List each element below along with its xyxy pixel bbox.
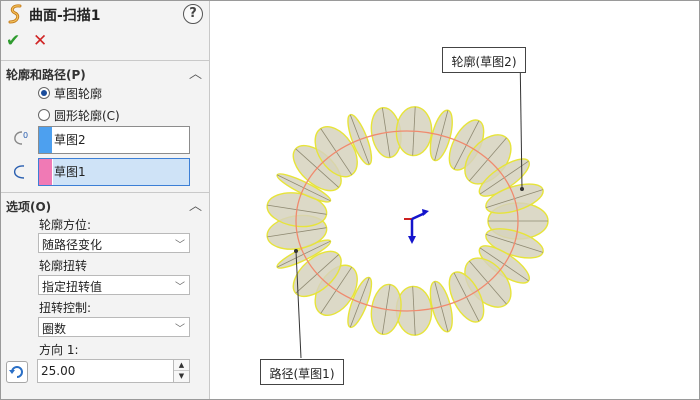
graphics-viewport[interactable]: 轮廓(草图2) 路径(草图1) [211,1,699,399]
orientation-label: 轮廓方位: [39,218,92,232]
path-callout-anchor [294,249,298,253]
profile-callout[interactable]: 轮廓(草图2) [442,47,526,73]
spin-up-icon[interactable]: ▲ [174,360,189,371]
profile-selection-box[interactable]: 草图2 [38,126,190,154]
path-selection-value: 草图1 [53,159,189,185]
panel-title-bar: 曲面-扫描1 ? [1,1,210,27]
path-callout[interactable]: 路径(草图1) [260,359,344,385]
chevron-down-icon: ﹀ [175,282,185,293]
path-callout-label: 路径(草图1) [269,367,335,381]
direction-value: 25.00 [41,364,76,378]
direction-label: 方向 1: [39,343,79,357]
profile-selection-value: 草图2 [54,133,86,147]
profile-callout-anchor [520,187,524,191]
help-button[interactable]: ? [183,4,203,24]
profile-path-group-header[interactable]: 轮廓和路径(P) ︿ [1,60,210,82]
ok-button[interactable]: ✔ [6,32,20,50]
chevron-down-icon: ﹀ [175,324,185,335]
sweep-surface-icon [8,4,22,24]
direction-value-field[interactable]: 25.00 [37,359,174,383]
twist-control-label: 扭转控制: [39,301,92,315]
cancel-button[interactable]: ✕ [33,32,47,50]
twist-label: 轮廓扭转 [39,259,88,273]
direction-spinner[interactable]: ▲ ▼ [173,359,190,383]
radio-circular-profile-label: 圆形轮廓(C) [54,109,120,123]
profile-path-group-title: 轮廓和路径(P) [6,68,86,82]
sweep-surface [266,106,549,336]
radio-sketch-profile-label: 草图轮廓 [54,87,103,101]
profile-callout-label: 轮廓(草图2) [451,55,517,69]
property-manager-panel: 曲面-扫描1 ? ✔ ✕ 轮廓和路径(P) ︿ 草图轮廓 圆形轮廓(C) 0 草… [1,1,210,399]
svg-text:0: 0 [23,131,28,140]
radio-button[interactable] [38,109,50,121]
radio-button-checked[interactable] [38,87,50,99]
orientation-value: 随路径变化 [42,238,103,252]
twist-control-value: 圈数 [42,322,67,336]
origin-triad-icon [404,209,429,244]
reverse-direction-icon [9,366,23,378]
profile-color-swatch [39,127,52,153]
orientation-dropdown[interactable]: 随路径变化 ﹀ [38,233,190,253]
path-selection-box[interactable]: 草图1 [38,158,190,186]
chevron-down-icon: ﹀ [175,240,185,251]
twist-dropdown[interactable]: 指定扭转值 ﹀ [38,275,190,295]
options-group-header[interactable]: 选项(O) ︿ [1,192,210,214]
path-callout-leader [295,250,302,359]
profile-selection-icon: 0 [14,131,28,145]
options-group-title: 选项(O) [6,200,52,214]
twist-control-dropdown[interactable]: 圈数 ﹀ [38,317,190,337]
panel-title: 曲面-扫描1 [29,8,101,24]
collapse-chevron-icon[interactable]: ︿ [189,63,202,82]
spin-down-icon[interactable]: ▼ [174,371,189,382]
path-color-swatch [39,159,52,185]
path-selection-icon [13,165,25,179]
reverse-direction-button[interactable] [6,361,28,383]
collapse-chevron-icon[interactable]: ︿ [189,195,202,214]
twist-value: 指定扭转值 [42,280,103,294]
